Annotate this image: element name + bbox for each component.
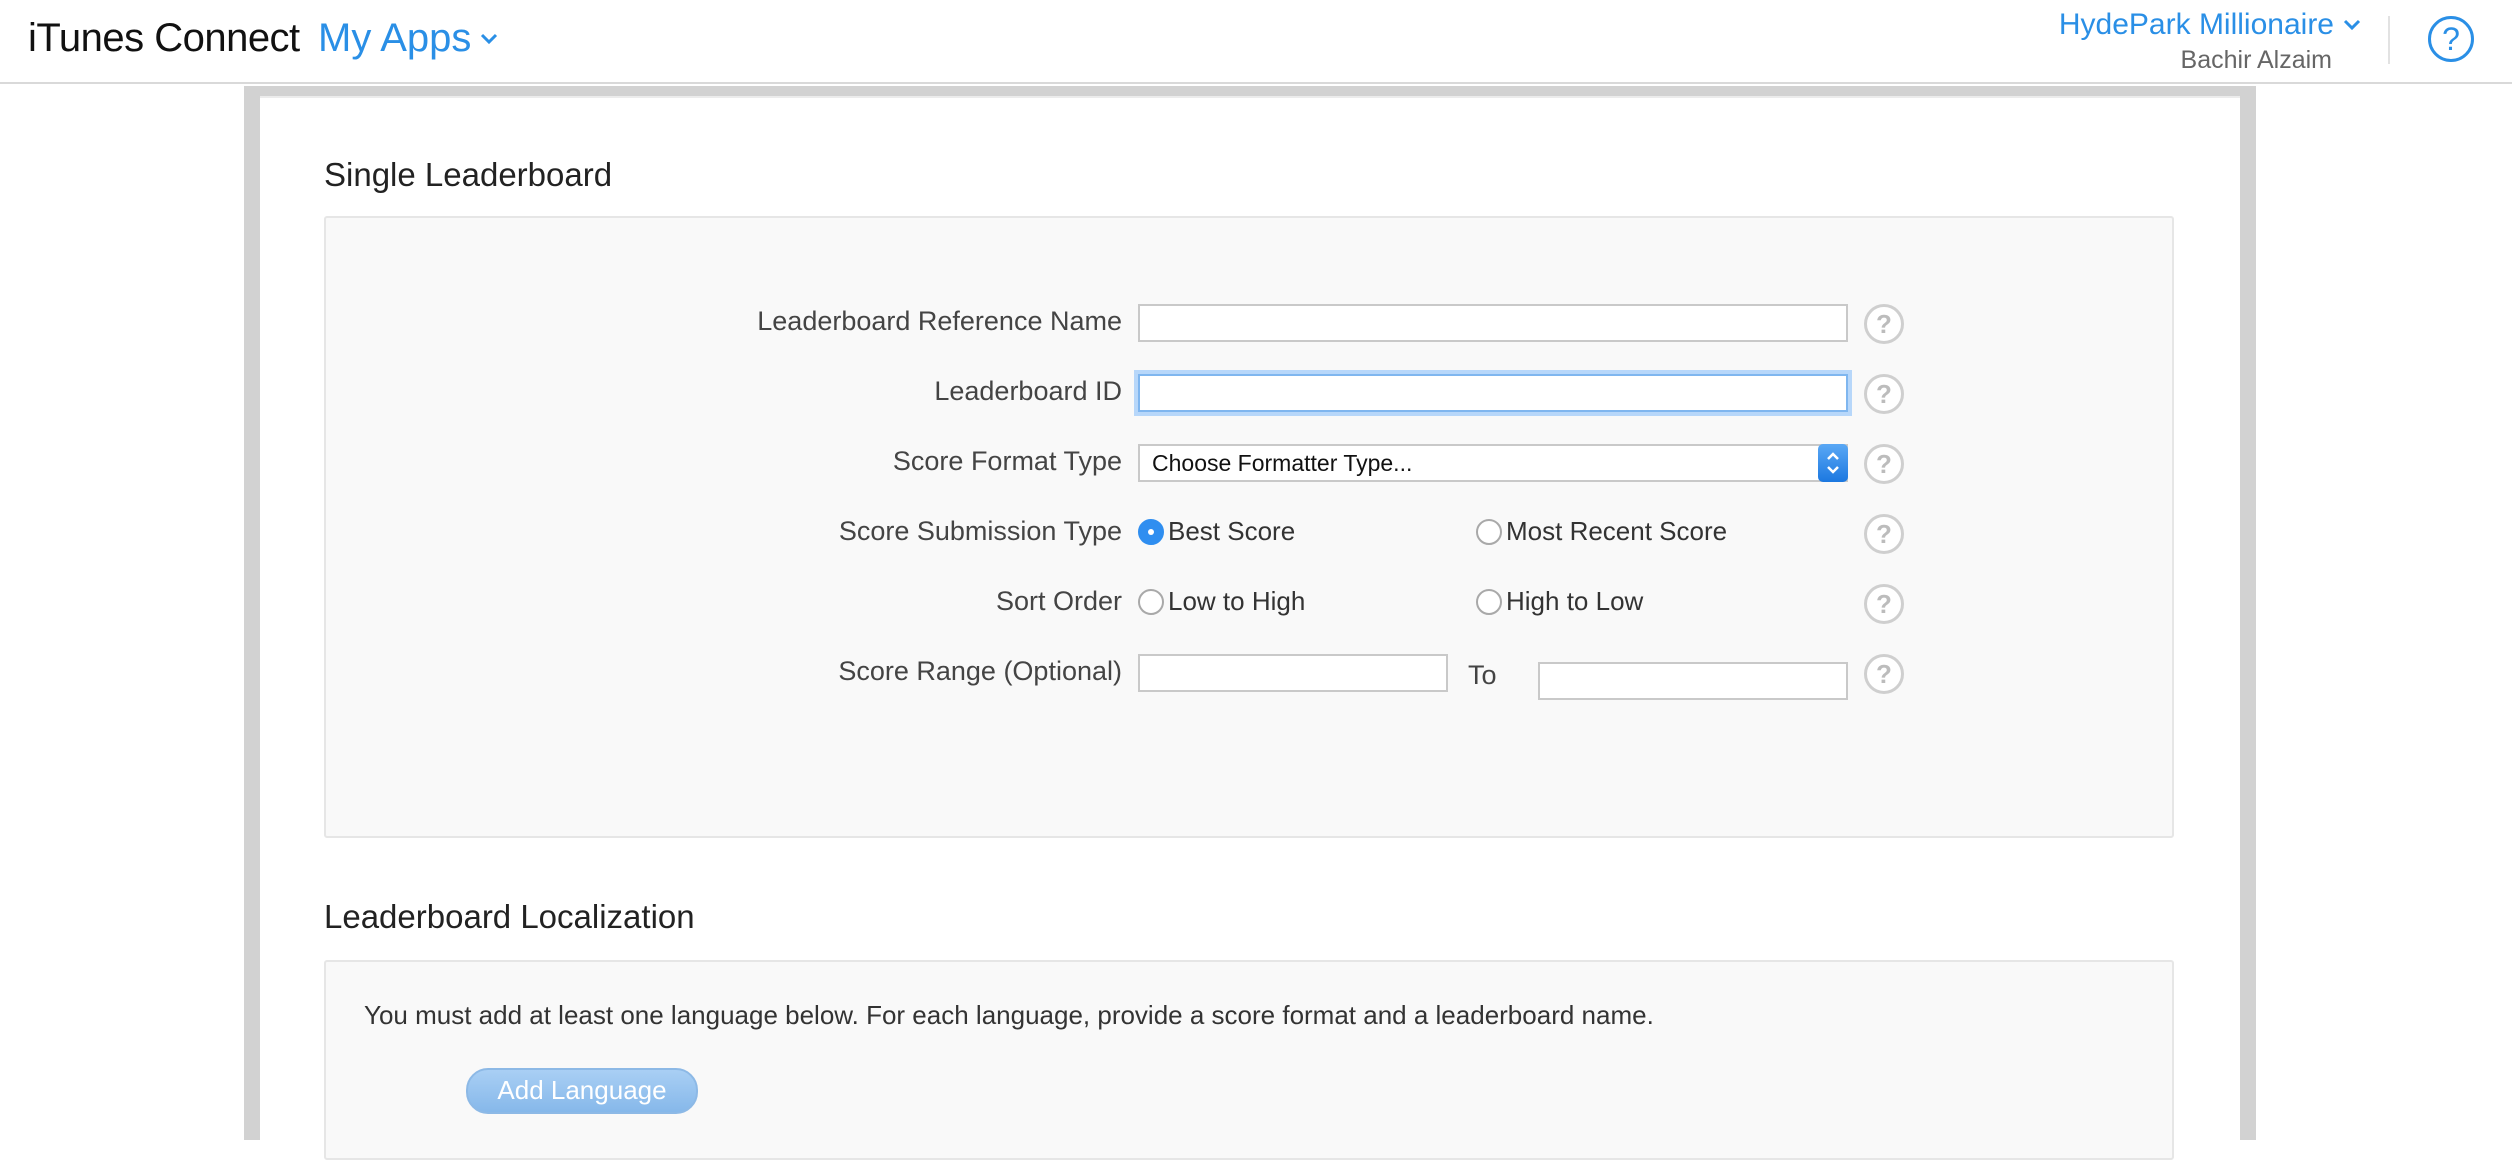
help-circle-icon[interactable]: ? <box>2428 16 2474 62</box>
score-range-label: Score Range (Optional) <box>838 656 1122 686</box>
account-name-row[interactable]: HydePark Millionaire <box>2059 8 2362 42</box>
score-range-from-input[interactable] <box>1138 654 1448 692</box>
reference-name-input[interactable] <box>1138 304 1848 342</box>
sort-low-high-option[interactable]: Low to High <box>1138 586 1305 617</box>
account-menu[interactable]: HydePark Millionaire Bachir Alzaim <box>2059 8 2362 75</box>
localization-title: Leaderboard Localization <box>324 898 695 935</box>
sort-order-label: Sort Order <box>995 586 1122 616</box>
localization-notice: You must add at least one language below… <box>364 1000 1654 1030</box>
localization-panel: You must add at least one language below… <box>324 960 2174 1160</box>
header-divider <box>2388 16 2390 64</box>
add-language-button[interactable]: Add Language <box>466 1068 698 1114</box>
single-leaderboard-title: Single Leaderboard <box>324 156 613 193</box>
help-circle-icon[interactable]: ? <box>1864 304 1904 344</box>
radio-most-recent-score[interactable] <box>1476 518 1502 545</box>
help-circle-icon[interactable]: ? <box>1864 444 1904 484</box>
account-user: Bachir Alzaim <box>2180 46 2332 74</box>
my-apps-menu[interactable]: My Apps <box>318 16 499 61</box>
radio-low-to-high[interactable] <box>1138 588 1164 615</box>
help-circle-icon[interactable]: ? <box>1864 374 1904 414</box>
radio-best-score[interactable] <box>1138 518 1164 545</box>
chevron-down-icon <box>2343 19 2361 31</box>
submission-best-option[interactable]: Best Score <box>1138 516 1295 547</box>
radio-high-to-low[interactable] <box>1476 588 1502 615</box>
leaderboard-form-panel: Leaderboard Reference Name ? Leaderboard… <box>324 216 2174 838</box>
high-to-low-label: High to Low <box>1506 586 1644 616</box>
low-to-high-label: Low to High <box>1168 586 1306 616</box>
score-format-value: Choose Formatter Type... <box>1152 450 1413 476</box>
score-range-to-label: To <box>1468 660 1497 690</box>
submission-recent-option[interactable]: Most Recent Score <box>1476 516 1727 547</box>
help-circle-icon[interactable]: ? <box>1864 584 1904 624</box>
leaderboard-id-label: Leaderboard ID <box>934 376 1122 406</box>
sort-high-low-option[interactable]: High to Low <box>1476 586 1643 617</box>
content-card: Single Leaderboard Leaderboard Reference… <box>260 96 2240 1160</box>
brand-title[interactable]: iTunes Connect <box>28 16 300 61</box>
reference-name-label: Leaderboard Reference Name <box>757 306 1122 336</box>
chevron-down-icon <box>481 33 498 44</box>
my-apps-label: My Apps <box>318 16 472 60</box>
top-header: iTunes Connect My Apps HydePark Milliona… <box>0 0 2512 84</box>
most-recent-score-label: Most Recent Score <box>1506 516 1728 546</box>
account-name: HydePark Millionaire <box>2058 8 2334 41</box>
score-format-label: Score Format Type <box>892 446 1122 476</box>
submission-type-label: Score Submission Type <box>838 516 1122 546</box>
best-score-label: Best Score <box>1168 516 1296 546</box>
score-format-select[interactable]: Choose Formatter Type... <box>1138 444 1848 482</box>
leaderboard-id-input[interactable] <box>1138 374 1848 412</box>
updown-arrows-icon <box>1818 444 1848 482</box>
help-circle-icon[interactable]: ? <box>1864 654 1904 694</box>
score-range-to-input[interactable] <box>1538 662 1848 700</box>
help-circle-icon[interactable]: ? <box>1864 514 1904 554</box>
